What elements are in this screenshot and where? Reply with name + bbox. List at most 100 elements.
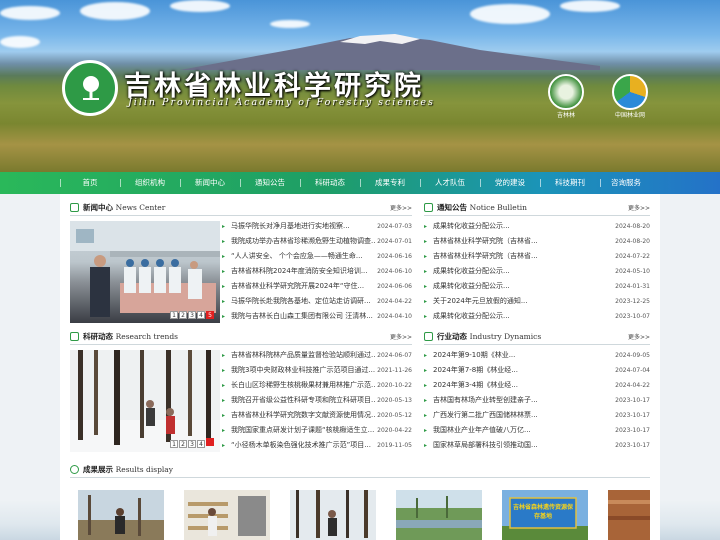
arrow-icon: ▸ [424,268,428,275]
industry-item[interactable]: ▸ 2024年第9-10期《林业... 2024-09-05 [424,348,650,363]
research-item[interactable]: ▸ 我院召开省级公益性科研专项和院立科研项目... 2020-05-13 [222,393,412,408]
news-item[interactable]: ▸ 我院成功举办吉林省珍稀濒危野生动植物调查... 2024-07-01 [222,234,412,249]
academy-logo[interactable] [62,60,118,116]
slider-dot[interactable]: 3 [188,440,196,448]
nav-research[interactable]: 科研动态 [300,172,360,194]
news-photo [70,221,220,317]
industry-more-link[interactable]: 更多>> [628,332,650,341]
industry-item[interactable]: ▸ 2024年第7-8期《林业经... 2024-07-04 [424,363,650,378]
research-item[interactable]: ▸ 长白山区珍稀野生核桃楸果材兼用林推广示范... 2020-10-22 [222,378,412,393]
news-item[interactable]: ▸ 马振华院长对净月基地进行实地视察... 2024-07-03 [222,219,412,234]
arrow-icon: ▸ [222,298,226,305]
industry-header: 行业动态 Industry Dynamics 更多>> [424,329,650,345]
industry-title: 行业动态 Industry Dynamics [437,332,542,341]
signboard-text: 吉林省森林遗传资源保存基地 [513,504,574,520]
cloud [560,0,620,12]
nav-patents[interactable]: 成果专利 [360,172,420,194]
research-item[interactable]: ▸ 我院国家重点研发计划子课题“核桃楸适生立... 2020-04-22 [222,423,412,438]
cloud [80,2,150,20]
nav-home[interactable]: 首页 [60,172,120,194]
slider-dot[interactable]: 1 [170,440,178,448]
slider-dot[interactable]: 4 [197,311,205,319]
arrow-icon: ▸ [222,352,226,359]
slider-dot[interactable]: 2 [179,311,187,319]
slider-dot[interactable]: 4 [197,440,205,448]
badge-right-label: 中国林业网 [614,112,645,119]
arrow-icon: ▸ [222,313,226,320]
nav-journals[interactable]: 科技期刊 [540,172,600,194]
research-item[interactable]: ▸ 我院3项中央财政林业科技推广示范项目通过... 2021-11-26 [222,363,412,378]
arrow-icon: ▸ [222,412,226,419]
slider-dot[interactable]: 3 [188,311,196,319]
header-banner: 吉林省林业科学研究院 Jilin Provincial Academy of F… [0,0,720,172]
main-content: 新闻中心 News Center 更多>> 12345 ▸ 马振华院长对净月基地进… [60,194,660,540]
result-thumb[interactable] [608,490,650,540]
site-subtitle: Jilin Provincial Academy of Forestry sci… [128,97,435,108]
industry-item[interactable]: ▸ 2024年第3-4期《林业经... 2024-04-22 [424,378,650,393]
industry-list: ▸ 2024年第9-10期《林业... 2024-09-05 ▸ 2024年第7-8期… [424,348,650,453]
news-item[interactable]: ▸ 我院与吉林长白山森工集团有限公司 汪清林... 2024-04-10 [222,309,412,324]
notice-item[interactable]: ▸ 成果转化收益分配公示... 2024-05-10 [424,264,650,279]
notice-list: ▸ 成果转化收益分配公示... 2024-08-20 ▸ 吉林省林业科学研究院（吉林省… [424,219,650,324]
nav-notice[interactable]: 通知公告 [240,172,300,194]
arrow-icon: ▸ [424,397,428,404]
result-thumb[interactable] [184,490,270,540]
news-slider-dots: 12345 [169,311,214,319]
result-thumb[interactable] [290,490,376,540]
notice-item[interactable]: ▸ 吉林省林业科学研究院（吉林省... 2024-07-22 [424,249,650,264]
nav-party[interactable]: 党的建设 [480,172,540,194]
news-more-link[interactable]: 更多>> [390,203,412,212]
result-thumb[interactable]: 吉林省森林遗传资源保存基地 [502,490,588,540]
research-more-link[interactable]: 更多>> [390,332,412,341]
nav-organization[interactable]: 组织机构 [120,172,180,194]
arrow-icon: ▸ [424,382,428,389]
research-item[interactable]: ▸ “小径杨木单板染色强化技术推广示范”项目... 2019-11-05 [222,438,412,453]
jilin-forestry-icon [548,74,584,110]
notice-item[interactable]: ▸ 成果转化收益分配公示... 2024-01-31 [424,279,650,294]
research-item[interactable]: ▸ 吉林省林科院林产品质量监督检验站顺利通过... 2024-06-07 [222,348,412,363]
notice-item[interactable]: ▸ 成果转化收益分配公示... 2023-10-07 [424,309,650,324]
industry-item[interactable]: ▸ 广西发行第二批广西国储林林票... 2023-10-17 [424,408,650,423]
news-item[interactable]: ▸ 吉林省林科院2024年度消防安全知识培训... 2024-06-10 [222,264,412,279]
slider-dot-active[interactable] [206,438,214,446]
nav-consulting[interactable]: 咨询服务 [600,172,652,194]
news-header: 新闻中心 News Center 更多>> [70,200,412,216]
china-forestry-badge[interactable]: 中国林业网 [610,74,650,124]
cloud [0,36,40,48]
notice-item[interactable]: ▸ 成果转化收益分配公示... 2024-08-20 [424,219,650,234]
arrow-icon: ▸ [424,442,428,449]
slider-dot[interactable]: 1 [170,311,178,319]
arrow-icon: ▸ [222,223,226,230]
notice-title: 通知公告 Notice Bulletin [437,203,527,212]
arrow-icon: ▸ [424,298,428,305]
arrow-icon: ▸ [424,223,428,230]
industry-item[interactable]: ▸ 国家林草局部署科技引领推动国... 2023-10-17 [424,438,650,453]
news-slider-image[interactable]: 12345 [70,221,220,323]
news-item[interactable]: ▸ 马振华院长赴我院各基地、定位站走访调研... 2024-04-22 [222,294,412,309]
industry-item[interactable]: ▸ 吉林国有林场产业转型创建亲子... 2023-10-17 [424,393,650,408]
research-item[interactable]: ▸ 吉林省林业科学研究院数字文献资源使用情况... 2020-05-12 [222,408,412,423]
news-item[interactable]: ▸ 吉林省林业科学研究院开展2024年“守住... 2024-06-06 [222,279,412,294]
nav-talent[interactable]: 人才队伍 [420,172,480,194]
main-nav: 首页 组织机构 新闻中心 通知公告 科研动态 成果专利 人才队伍 党的建设 科技… [0,172,720,194]
arrow-icon: ▸ [222,253,226,260]
grid-icon [424,332,433,341]
result-thumb[interactable] [396,490,482,540]
research-title: 科研动态 Research trends [83,332,178,341]
news-item[interactable]: ▸ “人人讲安全、 个个会应急——畅通生命... 2024-06-16 [222,249,412,264]
arrow-icon: ▸ [424,352,428,359]
notice-item[interactable]: ▸ 关于2024年元旦放假的通知... 2023-12-25 [424,294,650,309]
industry-item[interactable]: ▸ 我国林业产业年产值破八万亿... 2023-10-17 [424,423,650,438]
notice-item[interactable]: ▸ 吉林省林业科学研究院（吉林省... 2024-08-20 [424,234,650,249]
lab-photo [184,490,270,540]
wetland-photo [396,490,482,540]
slider-dot-active[interactable]: 5 [206,311,214,319]
notice-more-link[interactable]: 更多>> [628,203,650,212]
arrow-icon: ▸ [222,283,226,290]
jilin-forestry-badge[interactable]: 吉林林 [546,74,586,124]
research-slider-image[interactable]: 1234 [70,350,220,452]
slider-dot[interactable]: 2 [179,440,187,448]
leaf-icon [70,465,79,474]
result-thumb[interactable] [78,490,164,540]
nav-news[interactable]: 新闻中心 [180,172,240,194]
